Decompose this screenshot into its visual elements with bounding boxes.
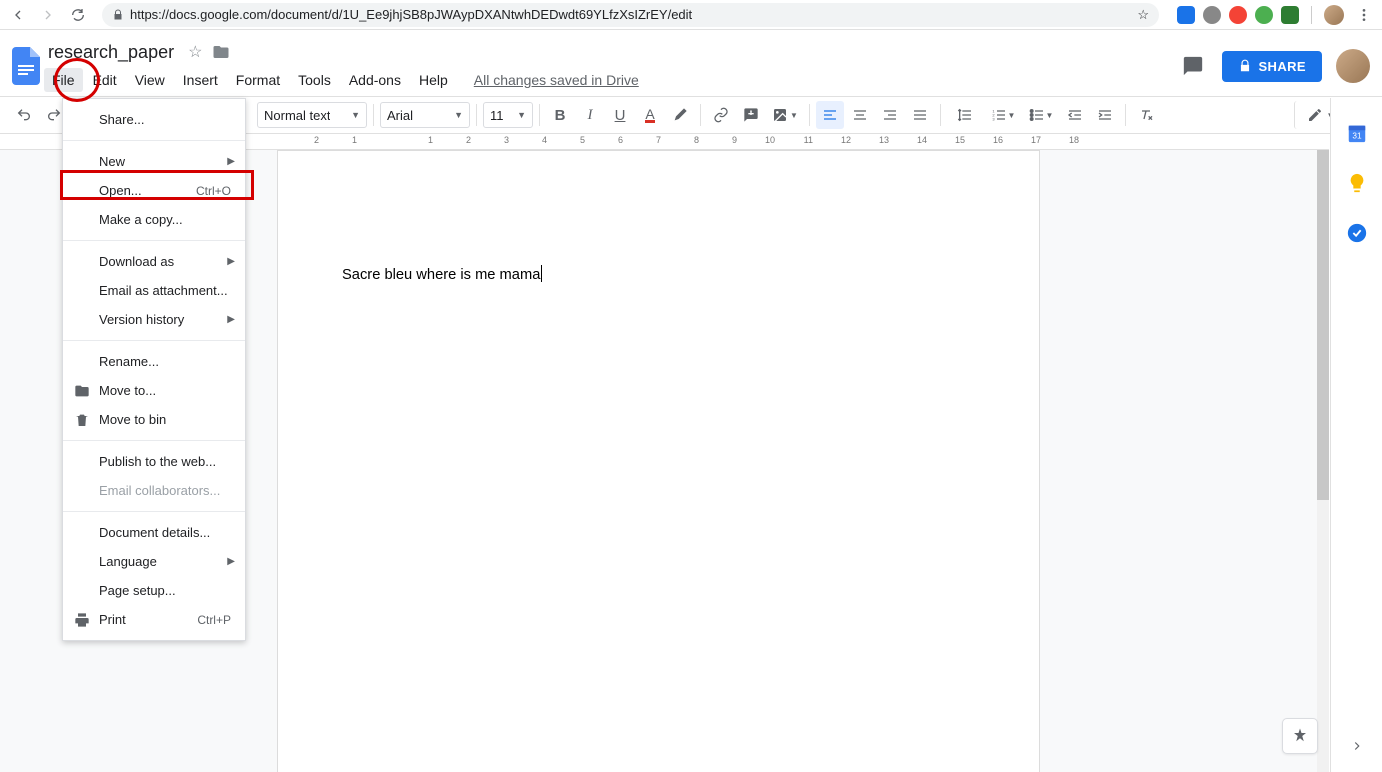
file-menu-dropdown: Share... New▶ Open...Ctrl+O Make a copy.… [62,98,246,641]
menu-format[interactable]: Format [228,68,288,92]
menu-view[interactable]: View [127,68,173,92]
font-family-select[interactable]: Arial▼ [380,102,470,128]
browser-reload-button[interactable] [66,3,90,27]
save-status[interactable]: All changes saved in Drive [474,72,639,88]
menu-bar: File Edit View Insert Format Tools Add-o… [44,66,1178,94]
print-icon [73,611,91,629]
insert-link-button[interactable] [707,101,735,129]
italic-button[interactable]: I [576,101,604,129]
star-icon[interactable]: ☆ [188,42,202,62]
file-menu-version-history[interactable]: Version history▶ [63,305,245,334]
align-right-button[interactable] [876,101,904,129]
explore-button[interactable] [1282,718,1318,754]
submenu-arrow-icon: ▶ [227,314,235,325]
document-body-text[interactable]: Sacre bleu where is me mama [342,265,542,283]
menu-tools[interactable]: Tools [290,68,339,92]
browser-menu-button[interactable] [1352,3,1376,27]
comments-button[interactable] [1178,51,1208,81]
file-menu-document-details[interactable]: Document details... [63,518,245,547]
side-panel: 31 [1330,98,1382,772]
file-menu-move-to-bin[interactable]: Move to bin [63,405,245,434]
align-center-button[interactable] [846,101,874,129]
folder-icon[interactable] [212,43,230,61]
menu-addons[interactable]: Add-ons [341,68,409,92]
file-menu-email-attachment[interactable]: Email as attachment... [63,276,245,305]
bold-button[interactable]: B [546,101,574,129]
line-spacing-button[interactable] [947,101,983,129]
browser-url-text: https://docs.google.com/document/d/1U_Ee… [130,7,692,22]
document-page[interactable]: Sacre bleu where is me mama [277,150,1040,772]
scrollbar-thumb[interactable] [1317,150,1329,500]
menu-file[interactable]: File [44,68,83,92]
file-menu-rename[interactable]: Rename... [63,347,245,376]
file-menu-email-collaborators: Email collaborators... [63,476,245,505]
bulleted-list-button[interactable]: ▼ [1023,101,1059,129]
text-color-button[interactable]: A [636,101,664,129]
extension-icon[interactable] [1229,6,1247,24]
insert-image-button[interactable]: ▼ [767,101,803,129]
side-panel-toggle[interactable] [1343,732,1371,760]
decrease-indent-button[interactable] [1061,101,1089,129]
account-avatar[interactable] [1336,49,1370,83]
file-menu-publish-web[interactable]: Publish to the web... [63,447,245,476]
svg-text:3: 3 [992,116,995,121]
underline-button[interactable]: U [606,101,634,129]
submenu-arrow-icon: ▶ [227,156,235,167]
menu-insert[interactable]: Insert [175,68,226,92]
extension-icon[interactable] [1281,6,1299,24]
lock-icon [112,9,124,21]
file-menu-make-copy[interactable]: Make a copy... [63,205,245,234]
file-menu-page-setup[interactable]: Page setup... [63,576,245,605]
lock-icon [1238,59,1252,73]
keep-addon-icon[interactable] [1346,172,1368,194]
paragraph-style-select[interactable]: Normal text▼ [257,102,367,128]
file-menu-share[interactable]: Share... [63,105,245,134]
browser-profile-avatar[interactable] [1324,5,1344,25]
file-menu-download-as[interactable]: Download as▶ [63,247,245,276]
folder-icon [73,382,91,400]
browser-back-button[interactable] [6,3,30,27]
browser-url-bar[interactable]: https://docs.google.com/document/d/1U_Ee… [102,3,1159,27]
submenu-arrow-icon: ▶ [227,256,235,267]
file-menu-new[interactable]: New▶ [63,147,245,176]
undo-button[interactable] [10,101,38,129]
submenu-arrow-icon: ▶ [227,556,235,567]
extension-icon[interactable] [1203,6,1221,24]
calendar-addon-icon[interactable]: 31 [1346,122,1368,144]
share-button[interactable]: SHARE [1222,51,1322,82]
file-menu-move-to[interactable]: Move to... [63,376,245,405]
tasks-addon-icon[interactable] [1346,222,1368,244]
browser-extensions [1177,3,1376,27]
align-justify-button[interactable] [906,101,934,129]
increase-indent-button[interactable] [1091,101,1119,129]
insert-comment-button[interactable] [737,101,765,129]
align-left-button[interactable] [816,101,844,129]
browser-chrome: https://docs.google.com/document/d/1U_Ee… [0,0,1382,30]
font-size-select[interactable]: 11▼ [483,102,533,128]
numbered-list-button[interactable]: 123▼ [985,101,1021,129]
file-menu-language[interactable]: Language▶ [63,547,245,576]
share-button-label: SHARE [1258,59,1306,74]
browser-forward-button[interactable] [36,3,60,27]
extension-icon[interactable] [1255,6,1273,24]
docs-header: research_paper ☆ File Edit View Insert F… [0,30,1382,96]
trash-icon [73,411,91,429]
text-caret [541,265,542,282]
extension-icon[interactable] [1177,6,1195,24]
svg-text:31: 31 [1352,132,1362,141]
docs-logo[interactable] [8,42,44,90]
vertical-scrollbar[interactable] [1317,150,1329,772]
menu-help[interactable]: Help [411,68,456,92]
menu-edit[interactable]: Edit [85,68,125,92]
file-menu-print[interactable]: PrintCtrl+P [63,605,245,634]
highlight-color-button[interactable] [666,101,694,129]
clear-formatting-button[interactable] [1132,101,1160,129]
document-title[interactable]: research_paper [44,40,178,65]
file-menu-open[interactable]: Open...Ctrl+O [63,176,245,205]
